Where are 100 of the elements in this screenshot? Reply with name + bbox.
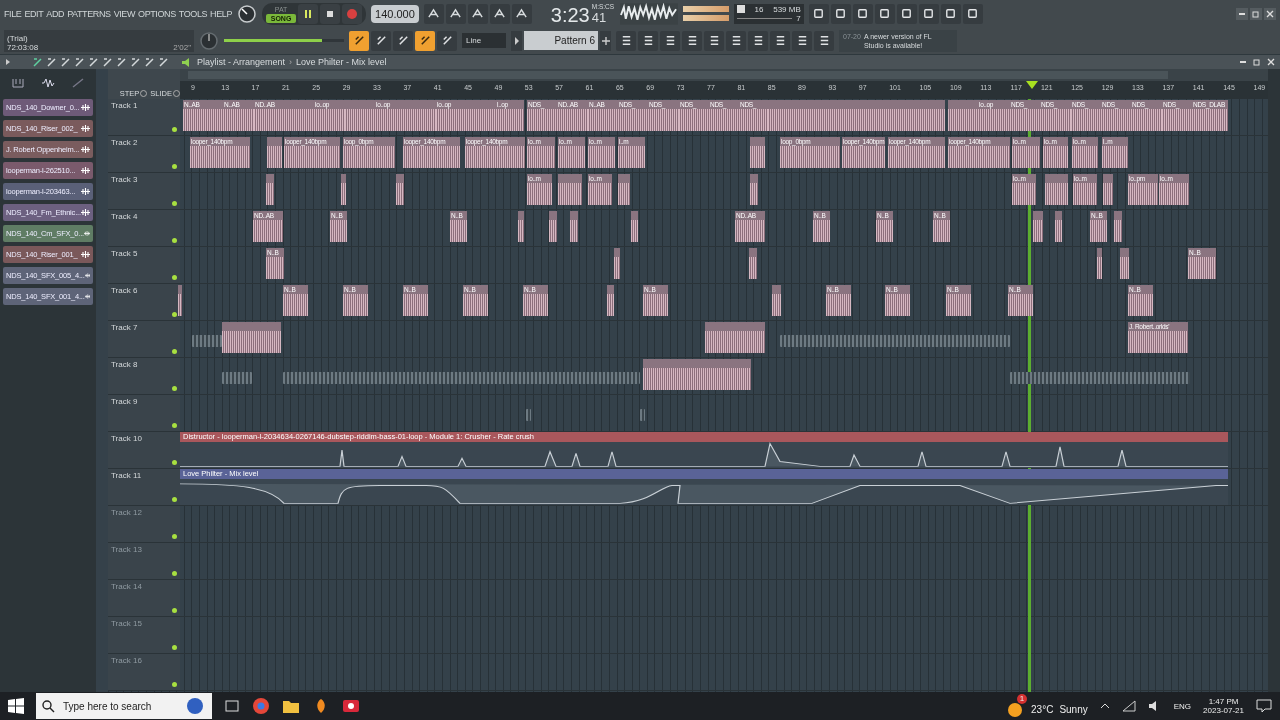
- drag-handle-icon[interactable]: [84, 271, 90, 280]
- windows-start-icon[interactable]: [8, 698, 24, 714]
- drag-handle-icon[interactable]: [81, 145, 90, 154]
- track-enable-icon[interactable]: [172, 497, 177, 502]
- automation-icon[interactable]: [72, 78, 85, 88]
- chat-bubble-button[interactable]: [940, 3, 961, 24]
- track-enable-icon[interactable]: [172, 645, 177, 650]
- circle-icon[interactable]: [186, 697, 206, 715]
- track-header[interactable]: Track 4: [108, 210, 180, 246]
- play-button[interactable]: [298, 3, 319, 24]
- chevron-up-icon[interactable]: [1099, 702, 1110, 710]
- track-enable-icon[interactable]: [172, 164, 177, 169]
- microphone-button[interactable]: [852, 3, 873, 24]
- record-wait-button[interactable]: [445, 3, 466, 24]
- pattern-prev-button[interactable]: [511, 30, 522, 51]
- drag-handle-icon[interactable]: [81, 166, 90, 175]
- audio-clip[interactable]: [396, 174, 404, 205]
- track-header[interactable]: Track 1: [108, 99, 180, 135]
- folder-icon[interactable]: [282, 698, 300, 714]
- overview-scrollbar[interactable]: [180, 69, 1268, 81]
- taskbar-search-box[interactable]: Type here to search: [36, 693, 212, 719]
- track-header[interactable]: Track 3: [108, 173, 180, 209]
- taskbar-search-field[interactable]: Type here to search: [61, 699, 180, 713]
- drag-handle-icon[interactable]: [81, 250, 90, 259]
- pattern-clip[interactable]: [283, 372, 640, 384]
- loop-record-button[interactable]: [511, 3, 532, 24]
- download-button[interactable]: [962, 3, 983, 24]
- audio-clip[interactable]: [948, 100, 978, 131]
- snap-dropdown[interactable]: Line: [462, 33, 506, 48]
- save-as-button[interactable]: [918, 3, 939, 24]
- tempo-field[interactable]: 140.000: [371, 4, 419, 23]
- scissors-button[interactable]: [830, 3, 851, 24]
- pattern-selector[interactable]: Pattern 6: [524, 31, 598, 50]
- vertical-scrollbar[interactable]: [1268, 69, 1280, 692]
- track-header[interactable]: Track 14: [108, 580, 180, 616]
- audio-clip[interactable]: [750, 174, 758, 205]
- cart-button[interactable]: [814, 30, 834, 51]
- minimize-button[interactable]: [1236, 7, 1248, 20]
- audio-clip[interactable]: [284, 100, 314, 131]
- track-enable-icon[interactable]: [172, 275, 177, 280]
- track-enable-icon[interactable]: [172, 460, 177, 465]
- stop-button[interactable]: [320, 3, 341, 24]
- audio-clip[interactable]: [341, 174, 346, 205]
- track-header[interactable]: Track 7: [108, 321, 180, 357]
- track-header[interactable]: Track 2: [108, 136, 180, 172]
- track-header[interactable]: Track 13: [108, 543, 180, 579]
- step-edit-button[interactable]: [489, 3, 510, 24]
- audio-clip[interactable]: [558, 174, 582, 205]
- document-button[interactable]: [726, 30, 746, 51]
- audio-clip[interactable]: [518, 211, 524, 242]
- browser-button[interactable]: [704, 30, 724, 51]
- drag-handle-icon[interactable]: [84, 292, 90, 301]
- pattern-clip[interactable]: [780, 335, 1010, 347]
- track-header[interactable]: Track 8: [108, 358, 180, 394]
- audio-clip[interactable]: [768, 100, 945, 131]
- menu-item[interactable]: PATTERNS: [67, 8, 111, 19]
- drag-handle-icon[interactable]: [83, 229, 90, 238]
- metronome-button[interactable]: [423, 3, 444, 24]
- piano-roll-button[interactable]: [638, 30, 658, 51]
- restore-button[interactable]: [1252, 57, 1262, 67]
- link-toggle[interactable]: [415, 30, 435, 51]
- audio-clip[interactable]: [643, 359, 751, 390]
- audio-clip[interactable]: [705, 322, 765, 353]
- recorder-app-icon[interactable]: [342, 698, 360, 714]
- pitch-knob-icon[interactable]: [199, 30, 219, 51]
- audio-clip[interactable]: [1114, 211, 1122, 242]
- pattern-clip[interactable]: [526, 409, 531, 421]
- track-header[interactable]: Track 16: [108, 654, 180, 690]
- track-enable-icon[interactable]: [172, 423, 177, 428]
- pen-toggle[interactable]: [393, 30, 413, 51]
- figure-button[interactable]: [770, 30, 790, 51]
- drag-handle-icon[interactable]: [81, 103, 90, 112]
- pattern-clip[interactable]: [222, 372, 252, 384]
- audio-clip[interactable]: [1097, 248, 1102, 279]
- audio-clip[interactable]: [222, 322, 281, 353]
- plug-button[interactable]: [748, 30, 768, 51]
- menu-item[interactable]: EDIT: [24, 8, 44, 19]
- save-button[interactable]: [896, 3, 917, 24]
- breadcrumb-item[interactable]: Love Philter - Mix level: [296, 57, 387, 67]
- menu-item[interactable]: OPTIONS: [138, 8, 176, 19]
- drag-handle-icon[interactable]: [81, 208, 90, 217]
- audio-clip[interactable]: [749, 248, 757, 279]
- audio-clip[interactable]: [266, 174, 274, 205]
- audio-clip[interactable]: [607, 285, 614, 316]
- taskbar-clock[interactable]: 1:47 PM 2023-07-21: [1203, 697, 1244, 715]
- audio-clip[interactable]: [405, 100, 436, 131]
- track-header[interactable]: Track 10: [108, 432, 180, 468]
- audio-clip[interactable]: [549, 211, 557, 242]
- waveform-icon[interactable]: [41, 78, 55, 88]
- menu-item[interactable]: VIEW: [113, 8, 136, 19]
- track-enable-icon[interactable]: [172, 682, 177, 687]
- track-header[interactable]: Track 9: [108, 395, 180, 431]
- track-enable-icon[interactable]: [172, 238, 177, 243]
- drag-handle-icon[interactable]: [81, 187, 90, 196]
- pattern-clip[interactable]: [192, 335, 222, 347]
- countdown-button[interactable]: [467, 3, 488, 24]
- drag-handle-icon[interactable]: [81, 124, 90, 133]
- track-enable-icon[interactable]: [172, 201, 177, 206]
- hand-button[interactable]: [792, 30, 812, 51]
- audio-clip[interactable]: [466, 100, 496, 131]
